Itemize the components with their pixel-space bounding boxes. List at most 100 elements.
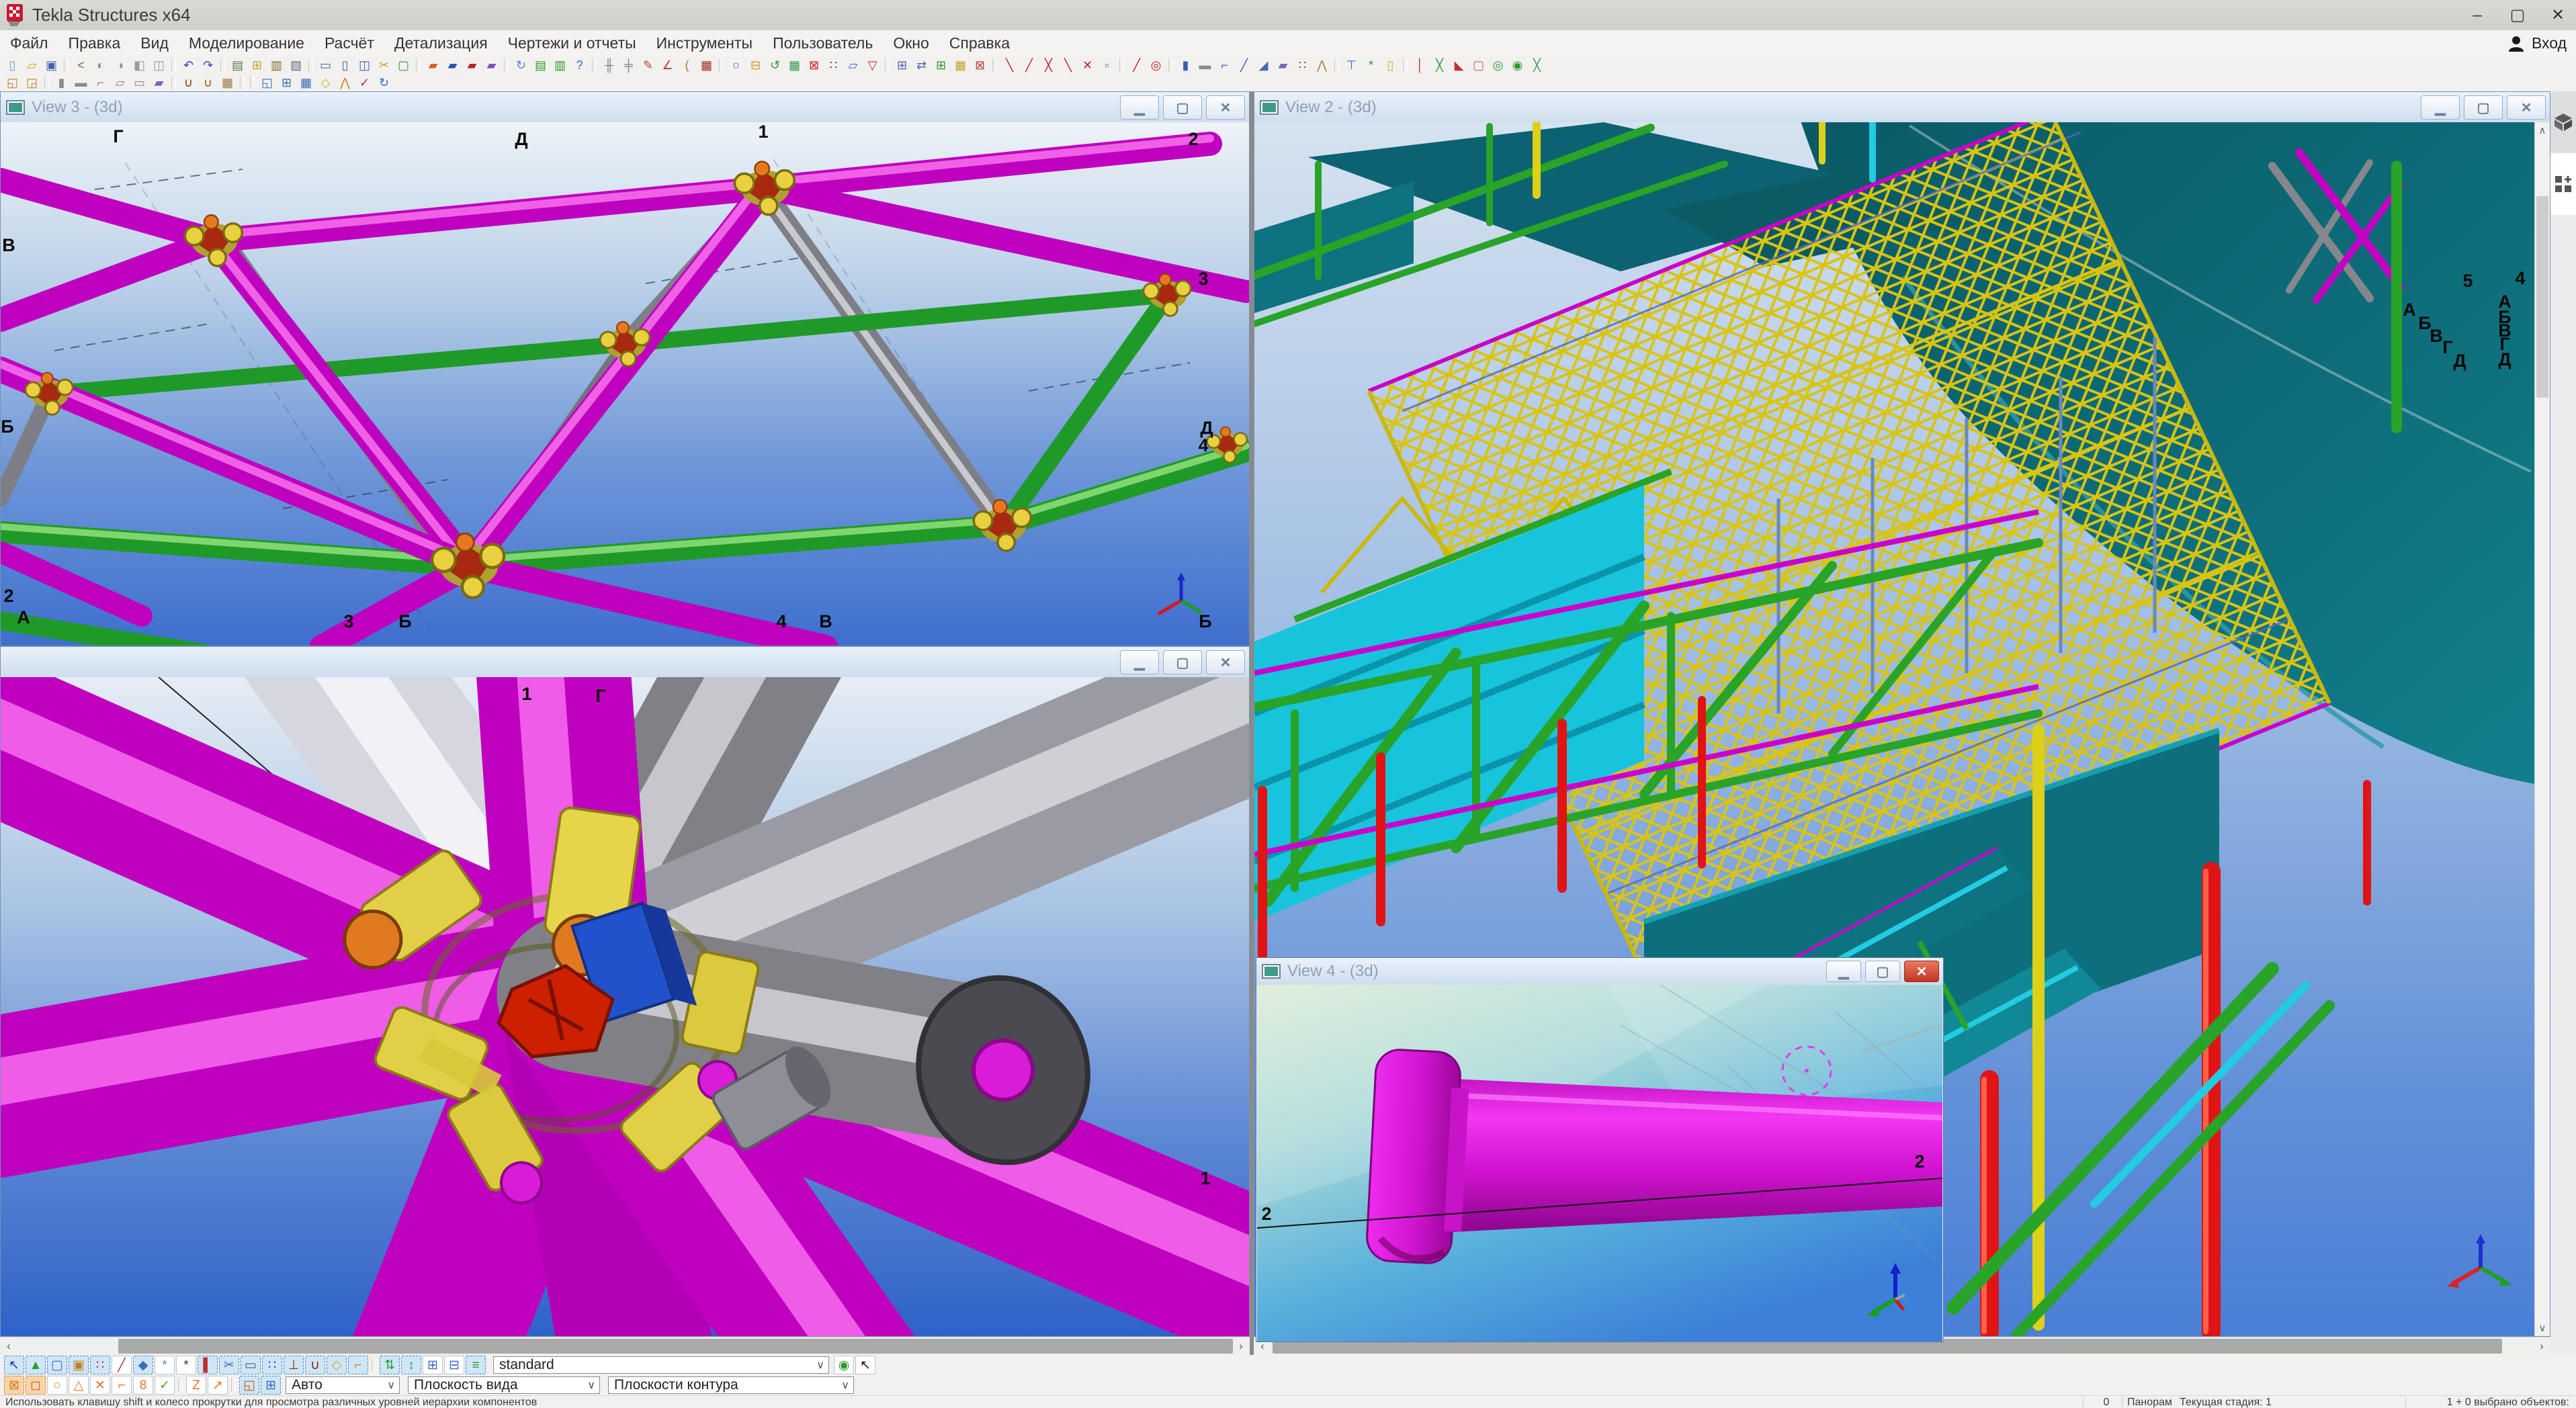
select-surfaces-icon[interactable]: ▢ (47, 1356, 67, 1374)
menu-item-2[interactable]: Правка (58, 34, 131, 52)
pan-icon[interactable]: ◐ (91, 57, 110, 74)
snap-any-position-icon[interactable]: △ (69, 1376, 89, 1395)
view1-titlebar[interactable]: ▁ ▢ ✕ (1, 647, 1249, 678)
select-bolts-icon[interactable]: ⊥ (284, 1356, 304, 1374)
view-list-icon[interactable]: ▯ (336, 57, 354, 74)
view3-titlebar[interactable]: View 3 - (3d) ▁ ▢ ✕ (1, 92, 1249, 123)
snap-geometry-icon[interactable]: ◻ (26, 1376, 46, 1395)
rotate-view-icon[interactable]: ◑ (111, 57, 129, 74)
select-loads-icon[interactable]: ⌐ (348, 1356, 368, 1374)
concrete-beam-icon[interactable]: ▬ (72, 75, 90, 91)
menu-item-7[interactable]: Чертежи и отчеты (498, 34, 646, 52)
drawing-single-icon[interactable]: ▰ (463, 57, 481, 74)
component-plane-icon[interactable]: ◇ (316, 75, 335, 91)
update-marks-icon[interactable]: ↻ (512, 57, 530, 74)
clip-plane-icon[interactable]: ✂ (375, 57, 393, 74)
new-model-icon[interactable]: ▯ (3, 57, 22, 74)
select-distances-icon[interactable]: ⇅ (380, 1356, 400, 1374)
point-project-icon[interactable]: ✕ (1078, 57, 1097, 74)
doc-help-icon[interactable]: ? (570, 57, 589, 74)
point-circle-icon[interactable]: ◎ (1147, 57, 1165, 74)
view2-vertical-scrollbar[interactable]: ∧ ∨ (2534, 122, 2550, 1336)
freehand-icon[interactable]: ✎ (639, 57, 657, 74)
corner-plate-icon[interactable]: ◣ (1450, 57, 1468, 74)
clipboard-icon[interactable]: ▧ (287, 57, 305, 74)
grid-icon[interactable]: ▦ (697, 57, 716, 74)
view3-maximize-button[interactable]: ▢ (1163, 95, 1202, 120)
rings-icon[interactable]: ◎ (1489, 57, 1507, 74)
model-tree-button[interactable] (2550, 91, 2576, 153)
view2-minimize-button[interactable]: ▁ (2421, 95, 2460, 120)
view3-close-button[interactable]: ✕ (1206, 95, 1245, 120)
fence-y-icon[interactable]: ╪ (619, 57, 638, 74)
redo-icon[interactable]: ↷ (199, 57, 217, 74)
select-grid-b-icon[interactable]: ⊟ (444, 1356, 464, 1374)
mesh-icon[interactable]: ▦ (218, 75, 237, 91)
open-model-icon[interactable]: ▱ (23, 57, 41, 74)
select-parts-icon[interactable]: ▲ (26, 1356, 46, 1374)
view1-close-button[interactable]: ✕ (1206, 650, 1245, 674)
doc-ok-icon[interactable]: ▥ (551, 57, 569, 74)
point-along-icon[interactable]: ╱ (1127, 57, 1146, 74)
move-object-icon[interactable]: ⇄ (912, 57, 931, 74)
snap-extension-icon[interactable]: ↗ (208, 1376, 228, 1395)
rotation-plane-combo[interactable]: Плоскости контура ∨ (608, 1376, 854, 1394)
angle-dim-icon[interactable]: ∠ (658, 57, 677, 74)
drawing-ga-icon[interactable]: ▰ (424, 57, 442, 74)
select-assemblies-icon[interactable]: ▣ (69, 1356, 89, 1374)
drawing-multi-icon[interactable]: ▰ (482, 57, 501, 74)
view4-titlebar[interactable]: View 4 - (3d) ▁ ▢ ✕ (1256, 958, 1943, 985)
selection-box-icon[interactable]: ▢ (1469, 57, 1488, 74)
rebar-hook-icon[interactable]: ∪ (199, 75, 217, 91)
window-minimize-button[interactable]: – (2466, 6, 2489, 25)
component-check-icon[interactable]: ✓ (355, 75, 374, 91)
snap-override-icon[interactable]: ⊞ (261, 1376, 281, 1395)
ortho-icon[interactable]: ◱ (239, 1376, 259, 1395)
menu-item-5[interactable]: Расчёт (314, 34, 384, 52)
scroll-left-icon[interactable]: ‹ (0, 1337, 17, 1355)
view2-close-button[interactable]: ✕ (2507, 95, 2546, 120)
snap-midpoints-icon[interactable]: 8 (133, 1376, 153, 1395)
save-model-icon[interactable]: ▣ (42, 57, 60, 74)
menu-item-3[interactable]: Вид (130, 34, 179, 52)
component-grid-icon[interactable]: ▦ (297, 75, 315, 91)
phase-icon[interactable]: ⊟ (746, 57, 765, 74)
named-view-icon[interactable]: ◫ (355, 57, 374, 74)
snap-ref-points-icon[interactable]: ⊠ (4, 1376, 24, 1395)
point-parallel-icon[interactable]: ╲ (1000, 57, 1019, 74)
concrete-polybeam-icon[interactable]: ⌐ (91, 75, 110, 91)
select-planes-icon[interactable]: ◆ (133, 1356, 153, 1374)
catalog-icon[interactable]: ▦ (785, 57, 804, 74)
scroll-right-icon[interactable]: › (1232, 1337, 1250, 1355)
drawing-assembly-icon[interactable]: ▰ (443, 57, 462, 74)
bolt-list-icon[interactable]: ∷ (824, 57, 843, 74)
part-properties-icon[interactable]: ◱ (3, 75, 22, 91)
polybeam-icon[interactable]: ⌐ (1215, 57, 1234, 74)
left-horizontal-scrollbar[interactable]: ‹ › (0, 1337, 1250, 1356)
stud-icon[interactable]: ⊤ (1342, 57, 1361, 74)
lock-icon[interactable]: ◉ (1508, 57, 1527, 74)
menu-item-8[interactable]: Инструменты (646, 34, 763, 52)
snap-perpendicular-icon[interactable]: Z (186, 1376, 206, 1395)
bolts-icon[interactable]: ∷ (1293, 57, 1312, 74)
snap-depth-combo[interactable]: Авто ∨ (286, 1376, 400, 1394)
view4-maximize-button[interactable]: ▢ (1865, 961, 1900, 982)
arc-icon[interactable]: ( (678, 57, 696, 74)
view4-viewport[interactable]: 22 (1257, 985, 1942, 1341)
copy-object-icon[interactable]: ⊞ (893, 57, 911, 74)
window-maximize-button[interactable]: ▢ (2506, 5, 2529, 25)
select-lines-icon[interactable]: ╱ (112, 1356, 132, 1374)
snap-nearest-icon[interactable]: ○ (47, 1376, 67, 1395)
work-area-icon[interactable]: ▢ (394, 57, 413, 74)
walk-icon[interactable]: ◧ (130, 57, 148, 74)
select-grids-icon[interactable]: * (155, 1356, 175, 1374)
concrete-column-icon[interactable]: ▮ (52, 75, 71, 91)
column-icon[interactable]: ▮ (1176, 57, 1195, 74)
slab-icon[interactable]: ▭ (130, 75, 148, 91)
filter-funnel-icon[interactable]: ▽ (863, 57, 882, 74)
panel-icon[interactable]: ▰ (150, 75, 168, 91)
curved-beam-icon[interactable]: ╱ (1235, 57, 1253, 74)
point-divide-icon[interactable]: ╱ (1020, 57, 1038, 74)
select-all-icon[interactable]: ↖ (4, 1356, 24, 1374)
fit-view-icon[interactable]: < (72, 57, 90, 74)
